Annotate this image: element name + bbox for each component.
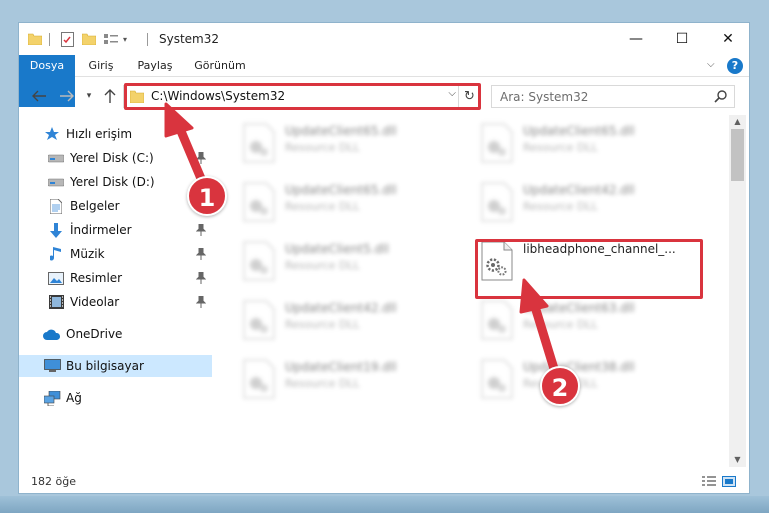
desktop-background [0,496,769,513]
step-marker-1: 1 [187,176,227,216]
arrow-2 [519,278,560,377]
annotation-arrows [164,102,560,377]
arrow-1 [164,102,210,193]
step-marker-2: 2 [540,366,580,406]
